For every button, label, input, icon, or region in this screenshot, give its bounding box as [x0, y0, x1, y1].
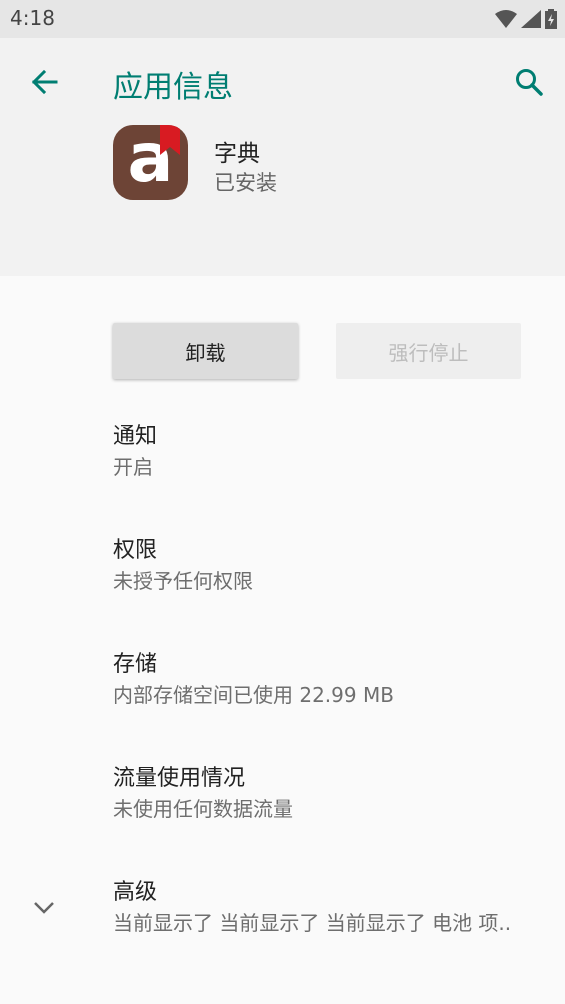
- expand-icon[interactable]: [30, 894, 58, 922]
- battery-icon: [545, 9, 557, 29]
- item-title: 流量使用情况: [113, 766, 246, 791]
- uninstall-button[interactable]: 卸载: [113, 323, 298, 379]
- arrow-back-icon: [31, 69, 58, 95]
- app-header: 应用信息: [0, 38, 565, 276]
- item-title: 通知: [113, 424, 158, 449]
- page-title: 应用信息: [113, 70, 233, 105]
- list-item-notifications[interactable]: 通知 开启: [113, 422, 157, 482]
- search-icon: [516, 69, 543, 96]
- list-item-permissions[interactable]: 权限 未授予任何权限: [113, 536, 253, 596]
- force-stop-button[interactable]: 强行停止: [336, 323, 521, 379]
- app-icon: a: [113, 125, 188, 200]
- bookmark-icon: [160, 125, 180, 155]
- list-item-data-usage[interactable]: 流量使用情况 未使用任何数据流量: [113, 764, 293, 824]
- wifi-icon: [495, 10, 517, 28]
- app-install-status: 已安装: [214, 171, 277, 195]
- status-icons: [495, 8, 557, 30]
- app-name: 字典: [214, 141, 260, 167]
- item-subtitle: 未使用任何数据流量: [113, 797, 293, 821]
- chevron-down-icon: [34, 902, 54, 914]
- status-bar: 4:18: [0, 0, 565, 38]
- item-title: 存储: [113, 652, 158, 677]
- search-button[interactable]: [511, 64, 547, 100]
- list-item-storage[interactable]: 存储 内部存储空间已使用 22.99 MB: [113, 650, 394, 710]
- item-subtitle: 内部存储空间已使用 22.99 MB: [113, 683, 394, 707]
- item-title: 高级: [113, 880, 158, 905]
- status-time: 4:18: [10, 6, 55, 30]
- item-subtitle: 当前显示了 当前显示了 当前显示了 电池 项..: [113, 911, 512, 935]
- signal-icon: [521, 10, 541, 28]
- back-button[interactable]: [26, 64, 62, 100]
- list-item-advanced[interactable]: 高级 当前显示了 当前显示了 当前显示了 电池 项..: [113, 878, 511, 938]
- item-subtitle: 开启: [113, 455, 153, 479]
- item-subtitle: 未授予任何权限: [113, 569, 253, 593]
- item-title: 权限: [113, 538, 158, 563]
